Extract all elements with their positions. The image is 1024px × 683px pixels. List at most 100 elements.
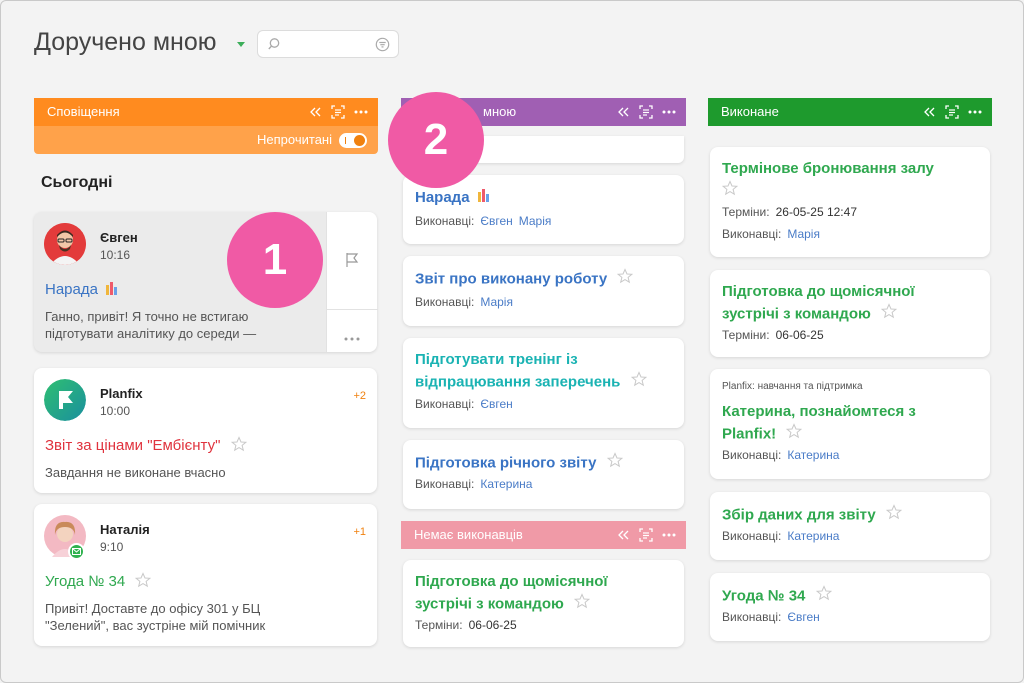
flag-icon[interactable] (345, 252, 359, 273)
star-icon[interactable] (573, 593, 591, 616)
notification-count-badge: +2 (353, 390, 366, 402)
task-title[interactable]: Підготувати тренінг із відпрацювання зап… (415, 349, 665, 394)
search-input[interactable] (284, 35, 374, 55)
task-deadline: Терміни: 06-06-25 (722, 328, 824, 342)
task-assignees: Виконавці: Марія (415, 295, 513, 309)
select-icon[interactable] (639, 105, 653, 119)
notification-text: Завдання не виконане вчасно (45, 465, 226, 480)
select-icon[interactable] (639, 528, 653, 542)
star-icon[interactable] (230, 436, 247, 456)
notification-item[interactable]: Наталія 9:10 +1 Угода № 34 Привіт! Доста… (34, 504, 377, 646)
task-title[interactable]: Збір даних для звіту (722, 504, 902, 527)
notification-item[interactable]: Євген 10:16 Нарада Ганно, привіт! Я точн… (34, 212, 378, 352)
page-title: Доручено мною (34, 28, 217, 56)
notification-author: Євген (100, 230, 138, 245)
assignee-link[interactable]: Марія (787, 227, 820, 241)
task-title[interactable]: Звіт про виконану роботу (415, 268, 634, 291)
task-assignees: Виконавці: Марія (722, 227, 820, 241)
callout-badge-1: 1 (227, 212, 323, 308)
collapse-icon[interactable] (924, 107, 936, 117)
assignee-link[interactable]: Марія (480, 295, 513, 309)
task-deadline: Терміни: 26-05-25 12:47 (722, 205, 857, 219)
task-assignees: Виконавці: Катерина (722, 529, 840, 543)
collapse-icon[interactable] (618, 107, 630, 117)
notification-task-link[interactable]: Угода № 34 (45, 572, 152, 592)
task-assignees: Виконавці: Катерина (415, 477, 533, 491)
assignee-link[interactable]: Марія (519, 214, 552, 228)
notification-text: Привіт! Доставте до офісу 301 у БЦ "Зеле… (45, 601, 266, 633)
star-icon[interactable] (721, 180, 739, 203)
more-icon[interactable] (662, 110, 676, 114)
assignee-link[interactable]: Катерина (787, 529, 839, 543)
task-card[interactable]: Підготовка до щомісячної зустрічі з кома… (710, 270, 990, 357)
notification-time: 10:00 (100, 404, 131, 418)
email-icon (68, 543, 85, 560)
task-title[interactable]: Термінове бронювання залу (721, 158, 972, 203)
more-icon[interactable] (344, 328, 360, 346)
select-icon[interactable] (945, 105, 959, 119)
task-assignees: Виконавці: Євген (722, 610, 820, 624)
task-card[interactable]: Підготовка до щомісячної зустрічі з кома… (403, 560, 684, 647)
notification-author: Наталія (100, 522, 150, 537)
more-icon[interactable] (662, 533, 676, 537)
notification-author: Planfix (100, 386, 143, 401)
unread-label: Непрочитані (257, 132, 332, 147)
unread-toggle[interactable] (339, 133, 367, 148)
search-box[interactable] (257, 30, 399, 58)
task-card[interactable]: Угода № 34 Виконавці: Євген (710, 573, 990, 641)
notification-task-link[interactable]: Звіт за цінами "Ембієнту" (45, 436, 247, 456)
task-title[interactable]: Катерина, познайомтеся з Planfix! (722, 401, 962, 446)
avatar (44, 515, 86, 560)
column-header-notifications: Сповіщення (34, 98, 378, 126)
assignee-link[interactable]: Євген (480, 397, 512, 411)
notification-text: Ганно, привіт! Я точно не встигаю підгот… (45, 309, 257, 341)
more-icon[interactable] (354, 110, 368, 114)
task-project[interactable]: Planfix: навчання та підтримка (722, 381, 863, 392)
star-icon[interactable] (630, 371, 647, 394)
task-title[interactable]: Підготовка до щомісячної зустрічі з кома… (415, 571, 665, 616)
search-icon (267, 37, 281, 56)
task-assignees: Виконавці: Євген (415, 397, 513, 411)
group-header-no-assignee: Немає виконавців (401, 521, 686, 549)
star-icon[interactable] (135, 572, 152, 592)
avatar (44, 223, 86, 265)
notification-item[interactable]: Planfix 10:00 +2 Звіт за цінами "Ембієнт… (34, 368, 377, 493)
task-card[interactable]: Звіт про виконану роботу Виконавці: Марія (403, 256, 684, 326)
column-title: Сповіщення (47, 104, 120, 119)
more-icon[interactable] (968, 110, 982, 114)
filter-icon[interactable] (375, 37, 390, 57)
task-card[interactable]: Термінове бронювання залу Терміни: 26-05-… (710, 147, 990, 257)
task-card[interactable]: Збір даних для звіту Виконавці: Катерина (710, 492, 990, 560)
assignee-link[interactable]: Євген (480, 214, 512, 228)
task-title[interactable]: Підготовка до щомісячної зустрічі з кома… (722, 281, 972, 326)
star-icon[interactable] (815, 585, 832, 608)
star-icon[interactable] (885, 504, 902, 527)
section-today: Сьогодні (41, 174, 113, 191)
task-card[interactable]: Підготувати тренінг із відпрацювання зап… (403, 338, 684, 428)
task-card[interactable]: Підготовка річного звіту Виконавці: Катер… (403, 440, 684, 509)
task-assignees: Виконавці: Катерина (722, 448, 840, 462)
task-deadline: Терміни: 06-06-25 (415, 618, 517, 632)
task-title[interactable]: Нарада (415, 187, 492, 209)
assignee-link[interactable]: Катерина (480, 477, 532, 491)
star-icon[interactable] (786, 423, 803, 446)
collapse-icon[interactable] (310, 107, 322, 117)
assignee-link[interactable]: Євген (787, 610, 819, 624)
callout-badge-2: 2 (388, 92, 484, 188)
star-icon[interactable] (617, 268, 634, 291)
star-icon[interactable] (606, 452, 623, 475)
star-icon[interactable] (880, 303, 898, 326)
notification-time: 9:10 (100, 540, 124, 554)
assignee-link[interactable]: Катерина (787, 448, 839, 462)
task-card[interactable]: Planfix: навчання та підтримка Катерина,… (710, 369, 990, 479)
notification-task-link[interactable]: Нарада (45, 281, 120, 299)
group-title: Немає виконавців (414, 527, 523, 542)
select-icon[interactable] (331, 105, 345, 119)
chart-icon (477, 187, 492, 209)
unread-filter-bar: Непрочитані (34, 126, 378, 154)
task-title[interactable]: Угода № 34 (722, 585, 832, 608)
task-title[interactable]: Підготовка річного звіту (415, 452, 623, 475)
collapse-icon[interactable] (618, 530, 630, 540)
column-header-done: Виконане (708, 98, 992, 126)
title-dropdown-caret[interactable] (237, 42, 245, 47)
